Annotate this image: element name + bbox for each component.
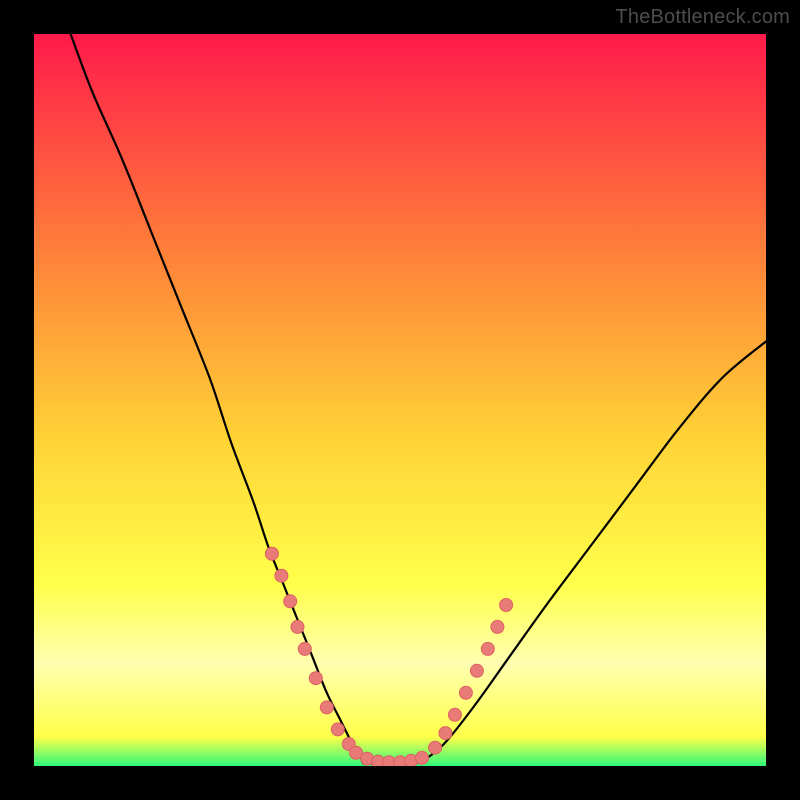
chart-frame: TheBottleneck.com (0, 0, 800, 800)
observation-marker (448, 708, 461, 721)
observation-marker (298, 642, 311, 655)
observation-marker (439, 727, 452, 740)
observation-marker (291, 620, 304, 633)
observation-marker (429, 741, 442, 754)
observation-marker (416, 751, 429, 764)
observation-marker (320, 701, 333, 714)
observation-marker (309, 672, 322, 685)
watermark-text: TheBottleneck.com (615, 6, 790, 29)
observation-marker (275, 569, 288, 582)
observation-marker (459, 686, 472, 699)
observation-marker (481, 642, 494, 655)
observation-marker (470, 664, 483, 677)
bottleneck-curve-plot (34, 34, 766, 766)
observation-marker (331, 723, 344, 736)
observation-marker (284, 595, 297, 608)
observation-marker (500, 599, 513, 612)
observation-marker (265, 547, 278, 560)
observation-marker (491, 620, 504, 633)
plot-background (34, 34, 766, 766)
